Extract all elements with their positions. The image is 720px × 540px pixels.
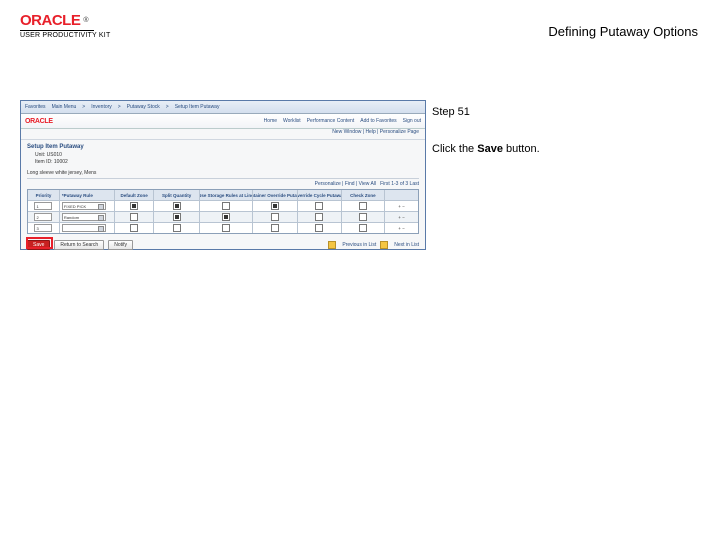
subnav[interactable]: New Window | Help | Personalize Page xyxy=(21,129,425,140)
app-screenshot: Favorites Main Menu > Inventory > Putawa… xyxy=(20,100,426,250)
priority-input[interactable]: 2 xyxy=(34,213,52,221)
crumb[interactable]: Setup Item Putaway xyxy=(175,104,220,110)
grid-tools: Personalize | Find | View All First 1-3 … xyxy=(27,181,419,187)
oracle-logo-small: ORACLE xyxy=(25,118,53,125)
checkbox[interactable] xyxy=(315,224,323,232)
crumb[interactable]: Main Menu xyxy=(52,104,77,110)
checkbox[interactable] xyxy=(222,224,230,232)
rule-select[interactable] xyxy=(62,224,106,232)
next-link[interactable]: Next in List xyxy=(394,242,419,248)
next-icon xyxy=(380,241,388,249)
prev-icon xyxy=(328,241,336,249)
oracle-logo: ORACLE xyxy=(20,12,80,29)
checkbox[interactable] xyxy=(173,213,181,221)
nav-link[interactable]: Performance Content xyxy=(307,118,355,124)
crumb[interactable]: Putaway Stock xyxy=(127,104,160,110)
checkbox[interactable] xyxy=(315,213,323,221)
app-header: ORACLE Home Worklist Performance Content… xyxy=(21,114,425,129)
checkbox[interactable] xyxy=(271,213,279,221)
brand-header: ORACLE ® USER PRODUCTIVITY KIT xyxy=(20,12,110,39)
nav-link[interactable]: Worklist xyxy=(283,118,301,124)
checkbox[interactable] xyxy=(359,213,367,221)
checkbox[interactable] xyxy=(130,224,138,232)
putaway-table: Priority *Putaway Rule Default Zone Spli… xyxy=(27,189,419,234)
instruction-panel: Step 51 Click the Save button. xyxy=(432,105,698,158)
rule-select[interactable]: FIXED PICK xyxy=(62,202,106,210)
checkbox[interactable] xyxy=(173,224,181,232)
crumb[interactable]: Inventory xyxy=(91,104,112,110)
top-nav: Home Worklist Performance Content Add to… xyxy=(264,118,421,124)
crumb[interactable]: Favorites xyxy=(25,104,46,110)
nav-link[interactable]: Home xyxy=(264,118,277,124)
page-title: Defining Putaway Options xyxy=(548,24,698,39)
notify-button[interactable]: Notify xyxy=(108,240,133,250)
return-button[interactable]: Return to Search xyxy=(54,240,104,250)
table-row: 1 FIXED PICK + − xyxy=(28,200,418,211)
checkbox[interactable] xyxy=(271,202,279,210)
table-header: Priority *Putaway Rule Default Zone Spli… xyxy=(28,190,418,200)
step-label: Step 51 xyxy=(432,105,698,120)
checkbox[interactable] xyxy=(130,213,138,221)
checkbox[interactable] xyxy=(130,202,138,210)
instruction-text: Click the Save button. xyxy=(432,142,698,157)
meta-block: Unit: US010 Item ID: 10002 xyxy=(35,152,419,166)
checkbox[interactable] xyxy=(222,202,230,210)
subbrand: USER PRODUCTIVITY KIT xyxy=(20,32,110,39)
section-heading: Setup Item Putaway xyxy=(27,144,419,150)
trademark: ® xyxy=(83,17,88,24)
priority-input[interactable]: 3 xyxy=(34,224,52,232)
grid-range: First 1-3 of 3 Last xyxy=(380,181,419,187)
prev-link[interactable]: Previous in List xyxy=(342,242,376,248)
grid-find[interactable]: Personalize | Find | View All xyxy=(315,181,376,187)
checkbox[interactable] xyxy=(271,224,279,232)
breadcrumb-bar: Favorites Main Menu > Inventory > Putawa… xyxy=(21,101,425,114)
desc-line: Long sleeve white jersey, Mens xyxy=(27,170,419,179)
table-row: 3 + − xyxy=(28,222,418,233)
priority-input[interactable]: 1 xyxy=(34,202,52,210)
nav-link[interactable]: Sign out xyxy=(403,118,421,124)
button-row: Save Return to Search Notify Previous in… xyxy=(27,240,419,250)
nav-link[interactable]: Add to Favorites xyxy=(360,118,396,124)
checkbox[interactable] xyxy=(359,202,367,210)
checkbox[interactable] xyxy=(359,224,367,232)
checkbox[interactable] xyxy=(222,213,230,221)
table-row: 2 Random + − xyxy=(28,211,418,222)
checkbox[interactable] xyxy=(315,202,323,210)
rule-select[interactable]: Random xyxy=(62,213,106,221)
save-button[interactable]: Save xyxy=(27,240,50,250)
checkbox[interactable] xyxy=(173,202,181,210)
